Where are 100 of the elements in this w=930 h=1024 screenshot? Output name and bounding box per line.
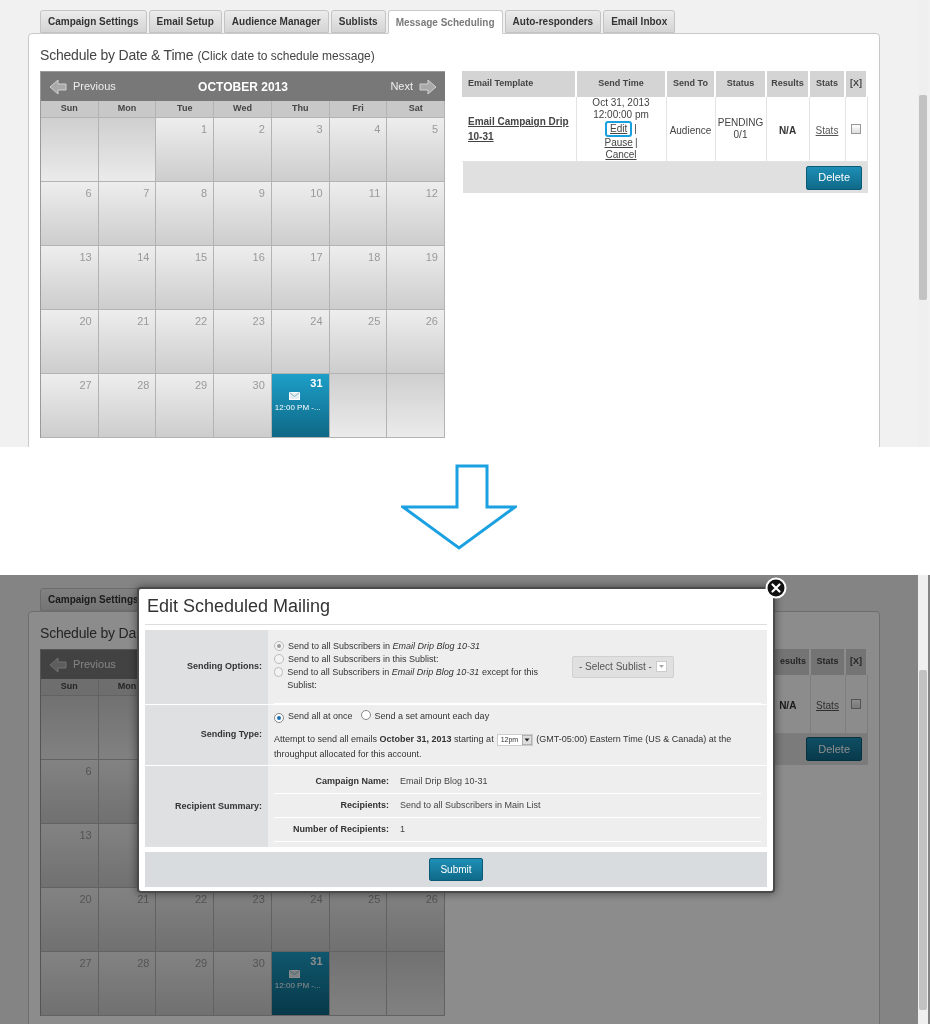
calendar-day[interactable]: 25 bbox=[329, 310, 388, 374]
calendar-day[interactable]: 17 bbox=[271, 246, 330, 310]
field-label: Sending Type: bbox=[200, 728, 262, 742]
scrollbar-thumb[interactable] bbox=[919, 95, 927, 300]
weekday-label: Wed bbox=[233, 102, 252, 116]
row-checkbox[interactable] bbox=[851, 124, 861, 134]
dropdown-caret-icon bbox=[655, 661, 667, 672]
weekday-label: Thu bbox=[291, 102, 309, 116]
radio-button[interactable] bbox=[360, 710, 371, 720]
column-header: Status bbox=[715, 71, 766, 97]
left-arrow-icon bbox=[49, 78, 67, 95]
calendar-day[interactable]: 15 bbox=[156, 246, 215, 310]
column-header: Email Template bbox=[462, 71, 576, 97]
calendar-event-day[interactable]: 31 12:00 PM -... bbox=[271, 952, 330, 1016]
calendar-day[interactable]: 3 bbox=[271, 118, 330, 182]
calendar-event-day[interactable]: 31 12:00 PM -... bbox=[271, 374, 330, 438]
calendar-day[interactable]: 6 bbox=[41, 182, 99, 246]
summary-label: Campaign Name: bbox=[314, 774, 389, 788]
calendar-day[interactable]: 11 bbox=[329, 182, 388, 246]
option-label: Send to all Subscribers in Email Drip Blog 10-31 except for this Sublist: bbox=[287, 666, 539, 692]
left-arrow-icon bbox=[49, 656, 67, 673]
option-label: Send to all Subscribers in this Sublist: bbox=[288, 653, 439, 666]
calendar-day[interactable]: 21 bbox=[98, 310, 157, 374]
calendar-day[interactable]: 20 bbox=[41, 310, 99, 374]
calendar-day[interactable]: 14 bbox=[98, 246, 157, 310]
calendar-day[interactable]: 26 bbox=[387, 310, 445, 374]
action-link[interactable]: Pause bbox=[604, 137, 633, 149]
schedule-note: throughput allocated for this account. bbox=[274, 748, 422, 761]
tab[interactable]: Message Scheduling bbox=[387, 10, 503, 34]
column-header: Results bbox=[766, 71, 809, 97]
previous-button[interactable]: Previous bbox=[49, 656, 116, 673]
tab[interactable]: Campaign Settings bbox=[40, 10, 147, 33]
calendar-day[interactable]: 5 bbox=[387, 118, 445, 182]
summary-value: Email Drip Blog 10-31 bbox=[400, 774, 489, 788]
section-heading: Schedule by Da bbox=[40, 624, 137, 643]
calendar-day[interactable]: 22 bbox=[156, 310, 215, 374]
calendar-day[interactable]: 13 bbox=[41, 246, 99, 310]
tab[interactable]: Auto-responders bbox=[504, 10, 602, 33]
event-label[interactable]: 12:00 PM -... bbox=[274, 403, 326, 413]
day-number: 31 bbox=[310, 955, 324, 968]
envelope-icon bbox=[288, 970, 300, 978]
tab[interactable]: Email Inbox bbox=[603, 10, 676, 33]
weekday-label: Tue bbox=[177, 102, 193, 116]
column-header: Send To bbox=[666, 71, 715, 97]
status-text: PENDING bbox=[717, 117, 764, 129]
calendar-day[interactable]: 18 bbox=[329, 246, 388, 310]
stats-link[interactable]: Stats bbox=[815, 125, 839, 136]
section-heading: Schedule by Date & Time bbox=[40, 46, 194, 65]
submit-button[interactable]: Submit bbox=[429, 858, 483, 881]
calendar-day[interactable]: 10 bbox=[271, 182, 330, 246]
calendar-day[interactable]: 8 bbox=[156, 182, 215, 246]
field-label: Sending Options: bbox=[187, 660, 262, 674]
scrollbar-thumb[interactable] bbox=[919, 670, 927, 1010]
template-link[interactable]: Email Campaign Drip 10-31 bbox=[468, 114, 570, 144]
tab[interactable]: Email Setup bbox=[148, 10, 222, 33]
radio-button[interactable] bbox=[274, 713, 284, 723]
calendar-day[interactable]: 30 bbox=[214, 374, 272, 438]
calendar-day[interactable]: 16 bbox=[214, 246, 272, 310]
schedule-note: (GMT-05:00) Eastern Time (US & Canada) at the bbox=[536, 733, 732, 746]
summary-label: Number of Recipients: bbox=[292, 822, 389, 836]
next-button[interactable]: Next bbox=[390, 78, 437, 95]
scrollbar[interactable] bbox=[918, 575, 928, 1024]
stats-link[interactable]: Stats bbox=[816, 699, 839, 711]
calendar-day[interactable]: 29 bbox=[156, 374, 215, 438]
calendar-day[interactable]: 9 bbox=[214, 182, 272, 246]
right-arrow-icon bbox=[419, 78, 437, 95]
schedule-note: Attempt to send all emails October 31, 2013 starting at bbox=[274, 733, 494, 746]
dropdown-caret-icon bbox=[522, 734, 533, 745]
results-text: N/A bbox=[779, 699, 797, 711]
close-icon[interactable] bbox=[765, 577, 787, 599]
delete-button[interactable]: Delete bbox=[806, 165, 862, 190]
event-label[interactable]: 12:00 PM -... bbox=[274, 981, 326, 991]
calendar-day[interactable]: 23 bbox=[214, 310, 272, 374]
row-checkbox[interactable] bbox=[851, 698, 861, 709]
action-link[interactable]: Edit bbox=[605, 121, 633, 137]
action-link[interactable]: Cancel bbox=[605, 149, 637, 161]
calendar-day[interactable]: 28 bbox=[98, 374, 157, 438]
calendar-day[interactable]: 12 bbox=[387, 182, 445, 246]
table-cell-text: Audience bbox=[669, 125, 712, 136]
calendar-day[interactable]: 1 bbox=[156, 118, 215, 182]
weekday-label: Mon bbox=[117, 102, 137, 116]
calendar-day[interactable]: 4 bbox=[329, 118, 388, 182]
calendar-day[interactable]: 2 bbox=[214, 118, 272, 182]
calendar-day[interactable]: 24 bbox=[271, 310, 330, 374]
calendar-day[interactable]: 19 bbox=[387, 246, 445, 310]
tab[interactable]: Sublists bbox=[330, 10, 386, 33]
previous-button[interactable]: Previous bbox=[49, 78, 116, 95]
delete-button[interactable]: Delete bbox=[806, 737, 862, 761]
status-text: 0/1 bbox=[733, 129, 748, 141]
field-label: Recipient Summary: bbox=[174, 799, 262, 813]
calendar-day[interactable]: 27 bbox=[41, 374, 99, 438]
column-header: Send Time bbox=[576, 71, 666, 97]
summary-value: Send to all Subscribers in Main List bbox=[400, 798, 542, 812]
summary-value: 1 bbox=[400, 822, 406, 836]
calendar-day[interactable]: 7 bbox=[98, 182, 157, 246]
weekday-label: Sun bbox=[60, 102, 78, 116]
column-header: [X] bbox=[845, 71, 867, 97]
separator-text: | bbox=[634, 123, 637, 135]
tab[interactable]: Audience Manager bbox=[223, 10, 329, 33]
envelope-icon bbox=[288, 392, 300, 400]
